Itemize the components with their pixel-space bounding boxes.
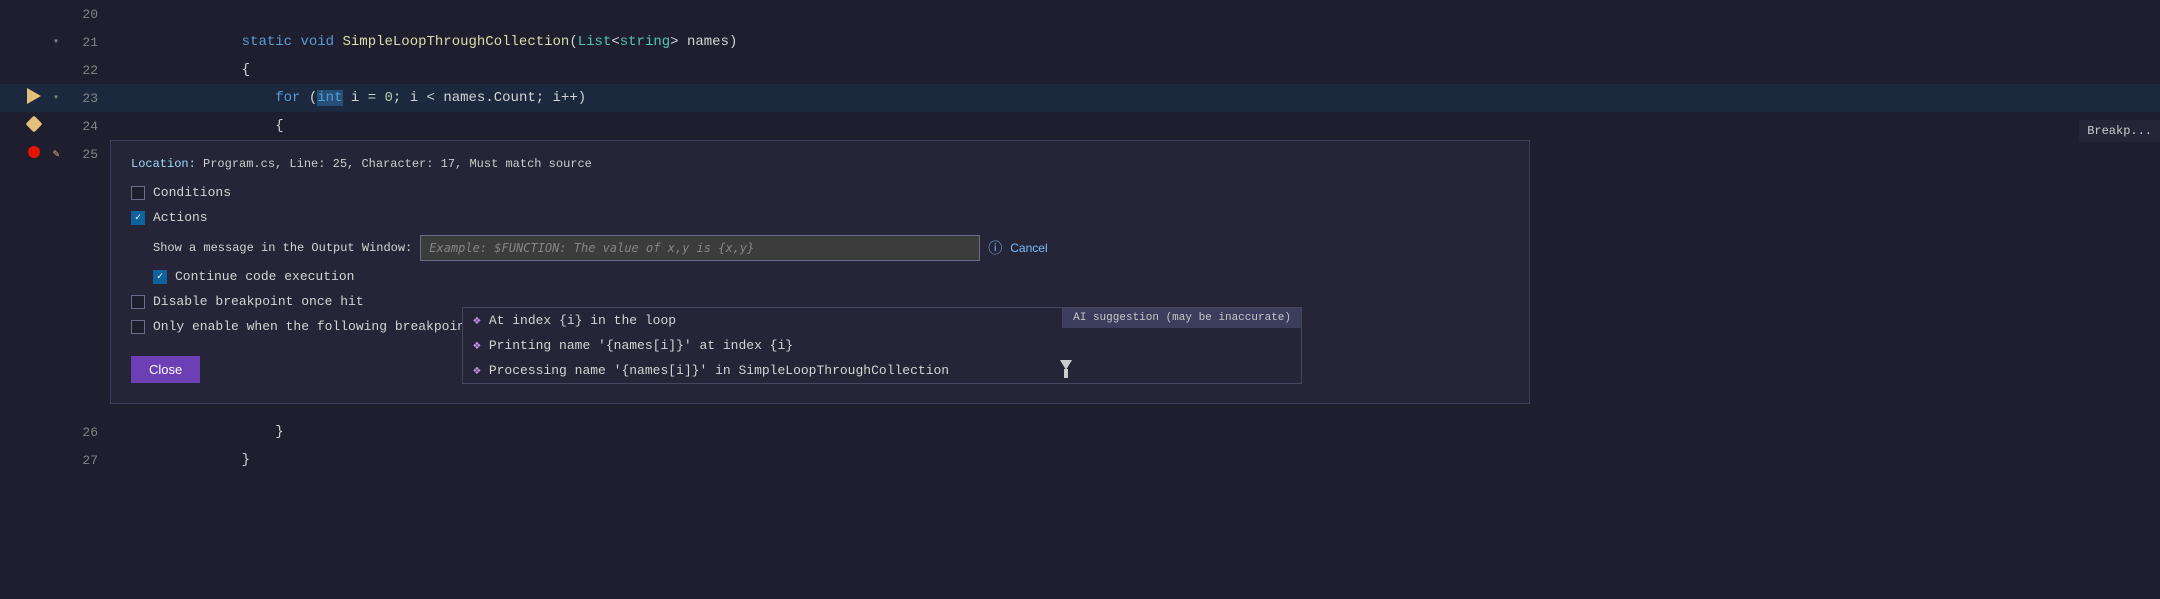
continue-label: Continue code execution: [175, 269, 354, 284]
suggestion-item-1[interactable]: ❖ Printing name '{names[i]}' at index {i…: [463, 333, 1301, 358]
line-gutter-20: 20: [0, 7, 110, 22]
disable-label: Disable breakpoint once hit: [153, 294, 364, 309]
line-content-27: }: [116, 436, 250, 484]
breakpoint-arrow-23: [26, 88, 42, 108]
line-gutter-22: 22: [0, 63, 110, 78]
fold-icon-25: ✎: [48, 147, 64, 161]
actions-row: Actions: [131, 210, 1509, 225]
suggestion-text-0: At index {i} in the loop: [489, 313, 676, 328]
suggestion-icon-2: ❖: [473, 363, 481, 378]
continue-execution-row: Continue code execution: [153, 269, 1509, 284]
suggestion-item-2[interactable]: ❖ Processing name '{names[i]}' in Simple…: [463, 358, 1301, 383]
line-number-25: 25: [70, 147, 98, 162]
show-message-row: Show a message in the Output Window: ⓘ C…: [153, 235, 1509, 261]
suggestion-icon-0: ❖: [473, 313, 481, 328]
ai-badge: AI suggestion (may be inaccurate): [1062, 308, 1301, 328]
cancel-button[interactable]: Cancel: [1010, 241, 1047, 255]
code-line-21: ▾ 21 static void SimpleLoopThroughCollec…: [0, 28, 2160, 56]
continue-checkbox[interactable]: [153, 270, 167, 284]
suggestion-icon-1: ❖: [473, 338, 481, 353]
show-message-input[interactable]: [420, 235, 980, 261]
breakpoint-25[interactable]: [26, 146, 42, 162]
line-number-26: 26: [70, 425, 98, 440]
fold-icon-23[interactable]: ▾: [48, 92, 64, 104]
line-number-21: 21: [70, 35, 98, 50]
line-gutter-23: ▾ 23: [0, 88, 110, 108]
only-enable-checkbox[interactable]: [131, 320, 145, 334]
code-line-27: 27 }: [0, 446, 2160, 474]
actions-checkbox[interactable]: [131, 211, 145, 225]
line-number-23: 23: [70, 91, 98, 106]
fold-icon-21[interactable]: ▾: [48, 36, 64, 48]
line-gutter-21: ▾ 21: [0, 35, 110, 50]
conditions-checkbox[interactable]: [131, 186, 145, 200]
line-gutter-24: 24: [0, 118, 110, 134]
bp-location: Location: Program.cs, Line: 25, Characte…: [131, 157, 1509, 171]
line-number-27: 27: [70, 453, 98, 468]
conditions-row: Conditions: [131, 185, 1509, 200]
line-number-22: 22: [70, 63, 98, 78]
info-icon[interactable]: ⓘ: [988, 238, 1002, 258]
bookmark-24: [26, 118, 42, 134]
code-line-23: ▾ 23 for (int i = 0; i < names.Count; i+…: [0, 84, 2160, 112]
line-gutter-25: ✎ 25: [0, 146, 110, 162]
bp-location-label: Location:: [131, 157, 196, 171]
breakpoints-side-label: Breakp...: [2079, 120, 2160, 142]
suggestion-text-1: Printing name '{names[i]}' at index {i}: [489, 338, 793, 353]
line-gutter-27: 27: [0, 453, 110, 468]
suggestions-dropdown: AI suggestion (may be inaccurate) ❖ At i…: [462, 307, 1302, 384]
close-button[interactable]: Close: [131, 356, 200, 383]
line-gutter-26: 26: [0, 425, 110, 440]
code-line-26: 26 }: [0, 418, 2160, 446]
show-message-label: Show a message in the Output Window:: [153, 241, 412, 255]
bp-location-value: Program.cs, Line: 25, Character: 17, Mus…: [203, 157, 592, 171]
line-number-20: 20: [70, 7, 98, 22]
actions-label: Actions: [153, 210, 208, 225]
disable-checkbox[interactable]: [131, 295, 145, 309]
line-number-24: 24: [70, 119, 98, 134]
conditions-label: Conditions: [153, 185, 231, 200]
suggestion-text-2: Processing name '{names[i]}' in SimpleLo…: [489, 363, 949, 378]
